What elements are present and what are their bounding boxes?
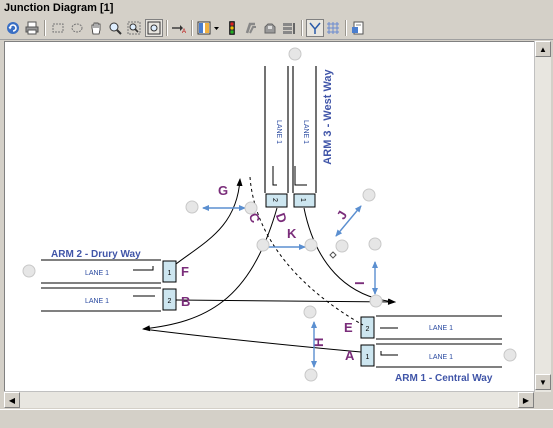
zoom-window-icon[interactable] — [126, 20, 142, 36]
arm2-title: ARM 2 - Drury Way — [51, 249, 141, 260]
pan-hand-icon[interactable] — [88, 20, 104, 36]
status-bar — [0, 409, 553, 428]
zoom-fit-icon[interactable] — [145, 19, 163, 37]
toolbar: A — [0, 17, 553, 40]
rect-select-icon[interactable] — [50, 20, 66, 36]
arm3-lane-label-2: LANE 1 — [275, 120, 282, 144]
arm3-lane-number-2: 2 — [271, 198, 278, 202]
scroll-down-icon[interactable]: ▼ — [535, 374, 551, 390]
vertical-scrollbar[interactable]: ▲ ▼ — [534, 41, 551, 392]
arm1-lane-number-2: 2 — [366, 326, 370, 333]
junction-diagram: 2 1 LANE 1 LANE 1 ARM 3 - West Way ARM 2… — [22, 47, 517, 384]
flow-letter-k: K — [287, 226, 297, 241]
grid-icon[interactable] — [325, 20, 341, 36]
arm2-lane-label-2: LANE 1 — [85, 298, 109, 305]
arm2-lane-number-2: 2 — [168, 298, 172, 305]
lane-layout-icon[interactable] — [196, 20, 212, 36]
zoom-icon[interactable] — [107, 20, 123, 36]
small-marker — [329, 251, 337, 259]
arm1-lane-number-1: 1 — [366, 354, 370, 361]
flow-letter-a: A — [345, 348, 355, 363]
scroll-right-icon[interactable]: ▶ — [518, 392, 534, 408]
flow-letter-j: J — [334, 208, 351, 222]
title-bar: Junction Diagram [1] — [0, 0, 553, 18]
arm1-title: ARM 1 - Central Way — [395, 373, 493, 384]
flow-icon[interactable] — [306, 19, 324, 37]
flow-letter-b: B — [181, 294, 190, 309]
arm1-lane-label-1: LANE 1 — [429, 354, 453, 361]
traffic-light-icon[interactable] — [224, 20, 240, 36]
flow-letters: A B C D E F G H I J K — [181, 183, 367, 363]
junction-diagram-canvas[interactable]: 2 1 LANE 1 LANE 1 ARM 3 - West Way ARM 2… — [4, 41, 536, 392]
flow-letter-g: G — [218, 183, 228, 198]
report-icon[interactable] — [350, 20, 366, 36]
scroll-up-icon[interactable]: ▲ — [535, 41, 551, 57]
arm1-lane-label-2: LANE 1 — [429, 325, 453, 332]
vehicle-icon[interactable] — [262, 20, 278, 36]
arm2-lane-label-1: LANE 1 — [85, 270, 109, 277]
dropdown-icon[interactable] — [212, 20, 220, 36]
arm3-lane-label-1: LANE 1 — [302, 120, 309, 144]
flow-letter-e: E — [344, 320, 353, 335]
flow-letter-h: H — [311, 338, 326, 347]
flow-letter-i: I — [352, 281, 367, 285]
print-icon[interactable] — [24, 20, 40, 36]
scroll-left-icon[interactable]: ◀ — [4, 392, 20, 408]
lane-icon[interactable] — [281, 20, 297, 36]
arm3-lane-number-1: 1 — [299, 198, 306, 202]
arm3-title: ARM 3 - West Way — [322, 68, 334, 164]
flow-letter-f: F — [181, 264, 189, 279]
junction-pedestrian-icon[interactable] — [243, 20, 259, 36]
window-title: Junction Diagram [1] — [4, 2, 114, 14]
arrow-a-icon[interactable]: A — [171, 20, 187, 36]
lasso-select-icon[interactable] — [69, 20, 85, 36]
horizontal-scrollbar[interactable]: ◀ ▶ — [4, 391, 534, 408]
arm2-lane-number-1: 1 — [168, 270, 172, 277]
svg-text:A: A — [182, 29, 186, 35]
undo-icon[interactable] — [5, 20, 21, 36]
